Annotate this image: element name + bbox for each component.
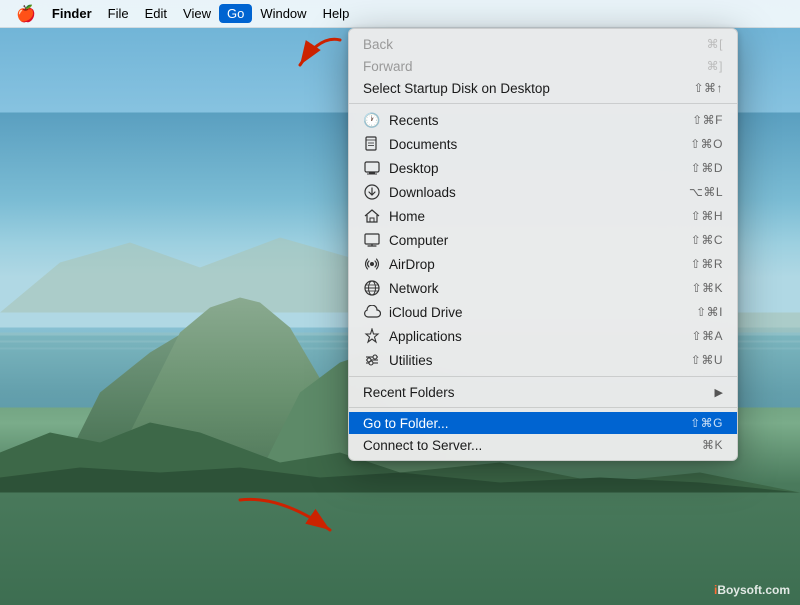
applications-label: Applications (389, 329, 462, 344)
separator-2 (349, 376, 737, 377)
utilities-label: Utilities (389, 353, 433, 368)
back-shortcut: ⌘[ (707, 37, 723, 51)
recents-label: Recents (389, 113, 439, 128)
documents-icon (363, 135, 381, 153)
forward-shortcut: ⌘] (707, 59, 723, 73)
menubar: 🍎 Finder File Edit View Go Window Help (0, 0, 800, 28)
window-menu[interactable]: Window (252, 4, 314, 23)
utilities-shortcut: ⇧⌘U (691, 353, 723, 367)
go-dropdown-menu: Back ⌘[ Forward ⌘] Select Startup Disk o… (348, 28, 738, 461)
recents-icon: 🕐 (363, 111, 381, 129)
network-shortcut: ⇧⌘K (691, 281, 723, 295)
startup-shortcut: ⇧⌘↑ (693, 81, 723, 95)
downloads-icon (363, 183, 381, 201)
menu-item-applications[interactable]: Applications ⇧⌘A (349, 324, 737, 348)
documents-label: Documents (389, 137, 457, 152)
computer-label: Computer (389, 233, 448, 248)
menu-item-utilities[interactable]: Utilities ⇧⌘U (349, 348, 737, 372)
menu-item-forward[interactable]: Forward ⌘] (349, 55, 737, 77)
help-menu[interactable]: Help (315, 4, 358, 23)
menu-item-recent-folders[interactable]: Recent Folders ▶ (349, 381, 737, 403)
network-icon (363, 279, 381, 297)
menu-item-downloads[interactable]: Downloads ⌥⌘L (349, 180, 737, 204)
desktop-icon (363, 159, 381, 177)
documents-shortcut: ⇧⌘O (690, 137, 723, 151)
apple-icon: 🍎 (16, 6, 36, 23)
menu-item-icloud[interactable]: iCloud Drive ⇧⌘I (349, 300, 737, 324)
recent-folders-arrow: ▶ (715, 386, 723, 399)
desktop-label: Desktop (389, 161, 439, 176)
menu-item-network[interactable]: Network ⇧⌘K (349, 276, 737, 300)
desktop-shortcut: ⇧⌘D (691, 161, 723, 175)
finder-menu[interactable]: Finder (44, 4, 100, 23)
menu-item-recents[interactable]: 🕐 Recents ⇧⌘F (349, 108, 737, 132)
applications-shortcut: ⇧⌘A (691, 329, 723, 343)
icloud-icon (363, 303, 381, 321)
airdrop-label: AirDrop (389, 257, 435, 272)
connect-shortcut: ⌘K (702, 438, 723, 452)
menu-item-desktop[interactable]: Desktop ⇧⌘D (349, 156, 737, 180)
recent-folders-label: Recent Folders (363, 385, 455, 400)
connect-label: Connect to Server... (363, 438, 482, 453)
menu-item-startup[interactable]: Select Startup Disk on Desktop ⇧⌘↑ (349, 77, 737, 99)
watermark: iBoysoft.com (714, 583, 790, 597)
goto-folder-label: Go to Folder... (363, 416, 449, 431)
back-label: Back (363, 37, 393, 52)
separator-1 (349, 103, 737, 104)
home-shortcut: ⇧⌘H (691, 209, 723, 223)
computer-icon (363, 231, 381, 249)
downloads-shortcut: ⌥⌘L (689, 185, 723, 199)
icloud-shortcut: ⇧⌘I (696, 305, 723, 319)
menu-item-goto-folder[interactable]: Go to Folder... ⇧⌘G (349, 412, 737, 434)
recents-shortcut: ⇧⌘F (692, 113, 723, 127)
startup-label: Select Startup Disk on Desktop (363, 81, 550, 96)
forward-label: Forward (363, 59, 413, 74)
apple-menu[interactable]: 🍎 (8, 2, 44, 26)
file-menu[interactable]: File (100, 4, 137, 23)
network-label: Network (389, 281, 439, 296)
menu-item-airdrop[interactable]: AirDrop ⇧⌘R (349, 252, 737, 276)
menu-item-back[interactable]: Back ⌘[ (349, 33, 737, 55)
goto-folder-shortcut: ⇧⌘G (690, 416, 723, 430)
menu-item-documents[interactable]: Documents ⇧⌘O (349, 132, 737, 156)
airdrop-icon (363, 255, 381, 273)
downloads-label: Downloads (389, 185, 456, 200)
utilities-icon (363, 351, 381, 369)
icloud-label: iCloud Drive (389, 305, 463, 320)
separator-3 (349, 407, 737, 408)
edit-menu[interactable]: Edit (137, 4, 175, 23)
applications-icon (363, 327, 381, 345)
home-icon (363, 207, 381, 225)
home-label: Home (389, 209, 425, 224)
airdrop-shortcut: ⇧⌘R (691, 257, 723, 271)
menu-item-home[interactable]: Home ⇧⌘H (349, 204, 737, 228)
menu-item-connect[interactable]: Connect to Server... ⌘K (349, 434, 737, 456)
go-menu[interactable]: Go (219, 4, 252, 23)
view-menu[interactable]: View (175, 4, 219, 23)
menu-item-computer[interactable]: Computer ⇧⌘C (349, 228, 737, 252)
computer-shortcut: ⇧⌘C (691, 233, 723, 247)
